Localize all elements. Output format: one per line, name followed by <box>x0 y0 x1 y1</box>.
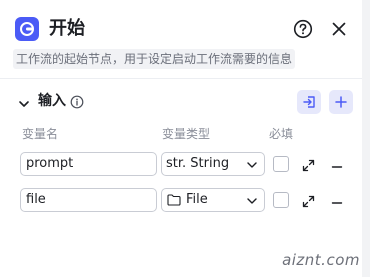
panel-description: 工作流的起始节点，用于设定启动工作流需要的信息 <box>13 49 296 69</box>
chevron-down-icon[interactable] <box>18 95 30 107</box>
remove-variable-icon[interactable] <box>331 158 343 170</box>
variable-type-select[interactable]: str. String <box>161 152 265 176</box>
panel-title: 开始 <box>49 18 85 39</box>
expand-icon[interactable] <box>302 193 315 208</box>
folder-icon <box>167 194 181 206</box>
variable-type-value: str. String <box>166 156 230 171</box>
start-node-icon <box>15 17 39 41</box>
info-icon[interactable] <box>70 94 84 109</box>
expand-icon[interactable] <box>302 157 315 172</box>
variable-name-input[interactable]: prompt <box>20 152 157 176</box>
scrollbar[interactable] <box>362 0 370 277</box>
chevron-down-icon <box>247 198 257 204</box>
column-header-required: 必填 <box>269 127 294 141</box>
variable-type-value: File <box>186 192 208 207</box>
close-icon[interactable] <box>330 20 348 38</box>
column-header-name: 变量名 <box>22 127 59 141</box>
import-button[interactable] <box>297 90 321 114</box>
required-checkbox[interactable] <box>273 192 289 208</box>
chevron-down-icon <box>247 162 257 168</box>
plus-icon <box>335 96 347 108</box>
help-circle-icon[interactable] <box>293 19 313 39</box>
header-divider <box>0 78 362 79</box>
import-icon <box>303 96 315 108</box>
inputs-section-title: 输入 <box>38 93 66 109</box>
variable-type-select[interactable]: File <box>161 188 265 212</box>
watermark: aiznt.com <box>282 251 360 269</box>
required-checkbox[interactable] <box>273 156 289 172</box>
start-node-panel: 开始 工作流的起始节点，用于设定启动工作流需要的信息 输入 变量名 变量类型 必… <box>0 0 363 277</box>
add-variable-button[interactable] <box>329 90 353 114</box>
variable-name-input[interactable]: file <box>20 188 157 212</box>
remove-variable-icon[interactable] <box>331 194 343 206</box>
column-header-type: 变量类型 <box>162 127 211 141</box>
